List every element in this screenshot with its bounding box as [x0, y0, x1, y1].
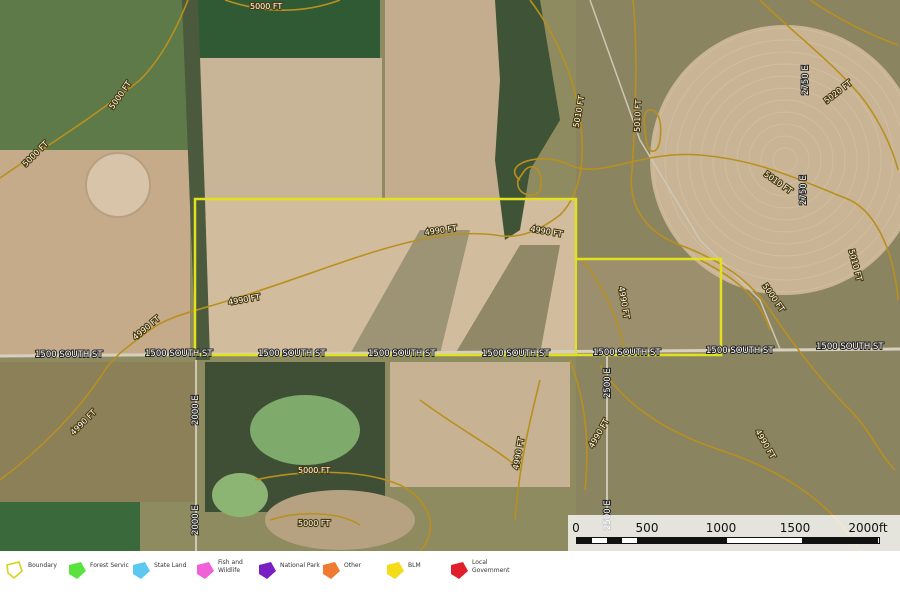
scale-label: 2000ft [848, 521, 888, 535]
green-field [0, 0, 195, 150]
contour-label: 5000 FT [250, 2, 282, 11]
legend-item-fish-wildlife: Fish and Wildlife [194, 559, 256, 583]
bare-patch [265, 490, 415, 550]
legend-item-forest-service: Forest Servic [66, 559, 129, 583]
road-label: 2750 E [799, 175, 809, 205]
contour-label: 5000 FT [298, 519, 330, 528]
road-label: 1500 SOUTH ST [258, 349, 326, 359]
road-label: 1500 SOUTH ST [368, 349, 436, 359]
local-government-icon [451, 562, 468, 579]
road-label: 2000 E [191, 505, 201, 535]
scale-segment [607, 538, 622, 543]
forest-service-icon [69, 562, 86, 579]
road-label: 1500 SOUTH ST [816, 342, 884, 352]
state-land-icon [133, 562, 150, 579]
road-label: 1500 SOUTH ST [145, 349, 213, 359]
legend-label: Local Government [472, 559, 510, 574]
map-legend: Boundary Forest Servic State Land Fish a… [0, 551, 900, 598]
field [0, 362, 195, 502]
road-label: 2000 E [191, 395, 201, 425]
other-icon [323, 562, 340, 579]
green-field [0, 502, 140, 551]
contour-label: 5000 FT [298, 466, 330, 475]
road-label: 1500 SOUTH ST [482, 349, 550, 359]
scale-label: 1500 [779, 521, 811, 535]
map-canvas[interactable]: 5000 FT 5000 FT 5000 FT 5010 FT 5020 FT … [0, 0, 900, 551]
pond [250, 395, 360, 465]
satellite-map[interactable]: 5000 FT 5000 FT 5000 FT 5010 FT 5020 FT … [0, 0, 900, 551]
legend-item-boundary: Boundary [4, 559, 66, 583]
national-park-icon [259, 562, 276, 579]
scrubland [576, 258, 721, 355]
legend-item-national-park: National Park [256, 559, 320, 583]
road-label: 2500 E [603, 368, 613, 398]
legend-item-local-government: Local Government [448, 559, 518, 583]
scale-label: 1000 [705, 521, 737, 535]
road-label: 2750 E [801, 65, 811, 95]
scale-segment [652, 538, 727, 543]
blm-icon [387, 562, 404, 579]
light-field [390, 362, 570, 487]
dark-crop-field [197, 0, 380, 58]
old-pivot-circle [85, 152, 151, 218]
road-label: 1500 SOUTH ST [35, 350, 103, 360]
legend-item-blm: BLM [384, 559, 446, 583]
fish-wildlife-icon [197, 562, 214, 579]
light-field [197, 58, 382, 198]
scale-track [576, 537, 880, 544]
legend-item-other: Other [320, 559, 382, 583]
road-label: 1500 SOUTH ST [593, 348, 661, 358]
legend-item-state-land: State Land [130, 559, 192, 583]
contour-label: 5010 FT [633, 99, 643, 132]
scale-label: 0 [572, 521, 580, 535]
scale-segment [637, 538, 652, 543]
scale-label: 500 [635, 521, 659, 535]
scale-bar: 0 500 1000 1500 2000ft [568, 515, 900, 551]
boundary-outline-icon [6, 561, 23, 580]
scale-segment [577, 538, 592, 543]
scale-segment [802, 538, 878, 543]
light-field [385, 0, 505, 198]
road-label: 1500 SOUTH ST [706, 346, 774, 356]
